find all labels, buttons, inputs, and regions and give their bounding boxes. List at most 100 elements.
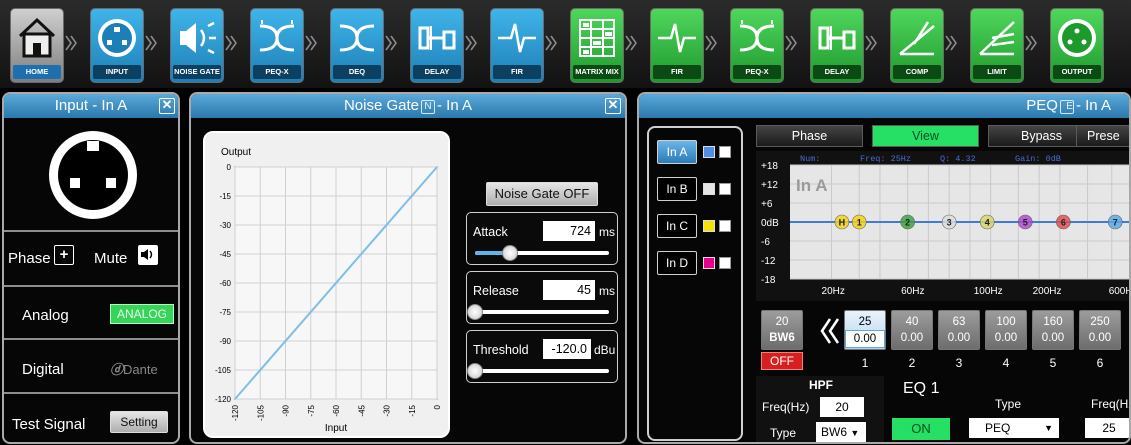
eq-band-button[interactable]: 40 0.00 [891,310,933,350]
dante-icon: ⓓ [110,362,124,377]
input-panel-header: Input - In A [4,94,178,118]
chevron-right-icon [865,35,877,51]
eq-marker-label: 5 [1023,218,1028,228]
chevron-right-icon [305,35,317,51]
channel-visibility-checkbox[interactable] [719,257,731,269]
limit-icon [979,21,1015,56]
home-icon [18,17,56,58]
hpf-off-button[interactable]: OFF [761,352,803,370]
readout-text: Q: 4.32 [940,154,976,164]
gate-transfer-plot: 0 -15 -30 -45 -60 -75 -90 -105 -120-120 -105 -90 -7… [215,147,442,434]
toolbar-button-fir[interactable]: FIR [650,8,704,83]
release-value-field[interactable]: 45 [543,280,595,300]
speaker-icon [141,249,153,260]
toolbar-button-delay[interactable]: DELAY [810,8,864,83]
phase-toggle-button[interactable]: + [54,245,74,265]
xlr-connector-icon [49,131,137,219]
eq-type-label: Type [995,397,1022,411]
release-slider-track[interactable] [475,310,609,314]
phase-label: Phase [8,250,51,267]
chevron-right-icon [545,35,557,51]
toolbar-button-label: PEQ-X [733,65,781,79]
eq-band-button[interactable]: 250 0.00 [1079,310,1121,350]
readout-text: Freq: 25Hz [860,154,911,164]
hpf-type-select[interactable]: BW6 ▼ [816,422,866,442]
attack-value-field[interactable]: 724 [543,221,595,241]
hpf-title: HPF [809,378,833,392]
threshold-value-field[interactable]: -120.0 [543,339,591,359]
test-signal-setting-button[interactable]: Setting [110,411,168,433]
toolbar-button-peq-x[interactable]: PEQ-X [250,8,304,83]
threshold-slider-knob[interactable] [467,363,483,379]
scroll-left-icon[interactable] [819,316,841,346]
digital-row: Digital ⓓDante [4,338,178,392]
dante-source-button[interactable]: ⓓDante [110,359,158,378]
x-tick-label: -75 [307,404,316,416]
peq-tab-preset[interactable]: Prese [1076,125,1129,147]
peq-tab-view[interactable]: View [872,125,979,147]
peq-x-icon [739,20,775,52]
toolbar-button-peq-x[interactable]: PEQ-X [730,8,784,83]
eq-freq-field[interactable]: 25 [1085,418,1129,438]
x-tick-label: 600H [1109,286,1131,297]
eq-on-button[interactable]: ON [892,418,950,440]
peq-title-channel: - In A [1075,97,1111,114]
toolbar-button-label: DELAY [413,65,461,79]
eq-type-value: PEQ [985,421,1011,435]
channel-button-in-b[interactable]: In B [657,177,697,201]
chevron-right-icon [465,35,477,51]
toolbar-button-fir[interactable]: FIR [490,8,544,83]
attack-slider-knob[interactable] [502,245,519,261]
channel-visibility-checkbox[interactable] [719,220,731,232]
toolbar-button-noise-gate[interactable]: NOISE GATE [170,8,224,83]
test-signal-label: Test Signal [12,416,86,433]
release-label: Release [473,284,519,298]
toolbar-button-output[interactable]: OUTPUT [1050,8,1104,83]
analog-row: Analog ANALOG [4,285,178,338]
toolbar-button-label: FIR [493,65,541,79]
noise-gate-close-button[interactable]: ✕ [605,98,621,114]
eq-band-button[interactable]: 100 0.00 [985,310,1027,350]
eq-type-select[interactable]: PEQ ▼ [969,418,1059,438]
hpf-freq-field[interactable]: 20 [820,397,864,417]
toolbar-button-limit[interactable]: LIMIT [970,8,1024,83]
toolbar-button-delay[interactable]: DELAY [410,8,464,83]
peq-panel: PEQ E - In A In A In B In C In D Phase View B… [637,92,1131,444]
channel-visibility-checkbox[interactable] [719,146,731,158]
threshold-slider-track[interactable] [475,369,609,373]
toolbar-button-comp[interactable]: COMP [890,8,944,83]
y-tick-label: 0dB [761,218,779,229]
channel-button-in-a[interactable]: In A [657,140,697,164]
toolbar-button-label: HOME [13,65,61,79]
x-tick-label: 200Hz [1033,286,1062,297]
mute-button[interactable] [138,245,158,265]
eq-band-freq: 250 [1090,316,1110,328]
noise-gate-title-channel: - In A [437,97,473,114]
eq-band-button[interactable]: 25 0.00 [844,310,886,350]
toolbar-button-label: DEQ [333,65,381,79]
attack-unit: ms [599,225,615,239]
eq-band-gain: 0.00 [845,330,885,348]
release-slider-knob[interactable] [467,304,483,320]
noise-gate-toggle-button[interactable]: Noise Gate OFF [486,182,598,206]
peq-tab-phase[interactable]: Phase [756,125,863,147]
peq-response-graph: +18 +12 +6 0dB -6 -12 -18 20Hz 60Hz 100Hz 200Hz 600… [756,151,1131,301]
x-tick-label: -120 [231,404,240,421]
hpf-band-button[interactable]: 20 BW6 [761,310,803,350]
test-signal-row: Test Signal Setting [4,392,178,442]
dropdown-arrow-icon: ▼ [850,428,860,438]
toolbar-button-input[interactable]: INPUT [90,8,144,83]
eq-band-button[interactable]: 160 0.00 [1032,310,1074,350]
chevron-right-icon [65,35,77,51]
input-panel-close-button[interactable]: ✕ [159,98,175,114]
toolbar-button-home[interactable]: HOME [10,8,64,83]
toolbar-button-matrix-mix[interactable]: MATRIX MIX [570,8,624,83]
channel-button-in-c[interactable]: In C [657,214,697,238]
channel-visibility-checkbox[interactable] [719,183,731,195]
analog-source-button[interactable]: ANALOG [110,304,175,324]
toolbar-button-deq[interactable]: DEQ [330,8,384,83]
channel-button-in-d[interactable]: In D [657,251,697,275]
y-tick-label: -105 [215,366,232,375]
mute-label: Mute [94,250,128,267]
eq-band-button[interactable]: 63 0.00 [938,310,980,350]
